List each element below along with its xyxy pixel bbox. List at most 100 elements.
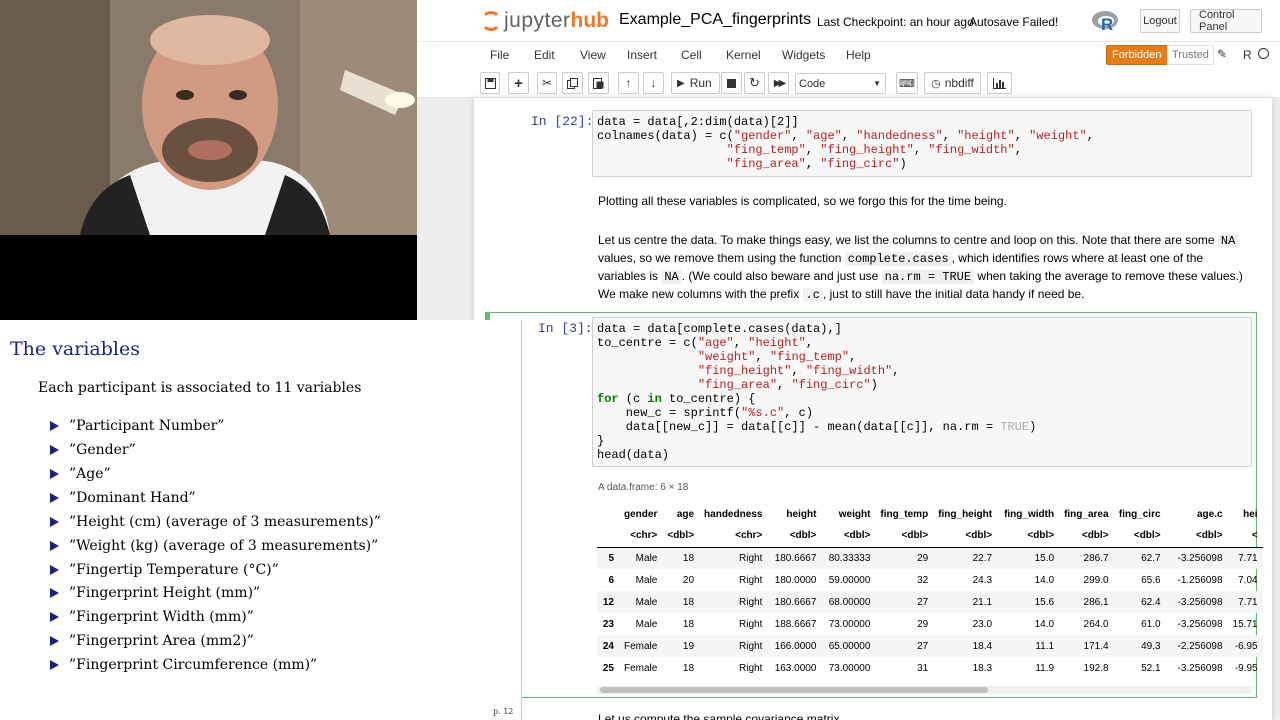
markdown-text: variables is: [598, 269, 662, 283]
bullet-text: ”Age”: [69, 466, 111, 482]
table-row: 5 Male 18 Right 180.6667 80.33333 29 22.7 15.0 28…: [597, 547, 1263, 569]
code-text: ,: [892, 364, 900, 378]
menu-kernel[interactable]: Kernel: [726, 48, 761, 62]
trusted-badge[interactable]: Trusted: [1167, 45, 1214, 65]
interrupt-button[interactable]: [721, 72, 742, 94]
slide-bullet: ”Fingertip Temperature (°C)”: [50, 562, 279, 578]
table-column-header: fing_height: [938, 508, 993, 520]
code-string: "fing_temp": [769, 350, 850, 364]
run-button[interactable]: ▶ Run: [671, 72, 720, 94]
table-cell: 171.4: [1083, 640, 1109, 652]
menu-view[interactable]: View: [580, 48, 606, 62]
table-cell: Male: [635, 596, 658, 608]
markdown-text: when taking the average to remove these …: [974, 269, 1243, 283]
notebook-name[interactable]: Example_PCA_fingerprints: [619, 11, 811, 29]
table-cell: 61.0: [1141, 618, 1161, 630]
table-cell: 11.1: [1035, 640, 1055, 652]
code-string: "fing_height": [820, 143, 914, 157]
menu-file[interactable]: File: [490, 48, 509, 62]
copy-button[interactable]: [562, 72, 583, 94]
code-line: data[[new_c]] = data[[c]] - mean(data[[c…: [597, 420, 1036, 434]
scrollbar-thumb[interactable]: [600, 687, 988, 693]
table-cell: 29: [917, 552, 929, 564]
code-line: "fing_area", "fing_circ"): [597, 378, 878, 392]
markdown-text: Let us compute the sample covariance mat…: [598, 712, 840, 720]
nbdiff-label: nbdiff: [944, 76, 974, 90]
logout-button[interactable]: Logout: [1140, 9, 1180, 33]
menu-widgets[interactable]: Widgets: [782, 48, 825, 62]
code-line: new_c = sprintf("%s.c", c): [597, 406, 813, 420]
markdown-cell: Let us centre the data. To make things e…: [598, 232, 1248, 304]
menu-edit[interactable]: Edit: [534, 48, 555, 62]
table-cell: 59.00000: [828, 574, 871, 586]
table-column-type: <dbl>: [1059, 525, 1114, 548]
table-cell: Right: [739, 640, 763, 652]
code-text: ,: [733, 336, 749, 350]
table-column-type: <dbl>: [933, 525, 998, 548]
table-cell: 286.1: [1083, 596, 1109, 608]
table-cell: 180.0000: [774, 574, 817, 586]
table-cell: 22.7: [972, 552, 993, 564]
keyboard-icon: ⌨: [899, 77, 915, 90]
table-cell: 192.8: [1083, 662, 1109, 674]
paste-button[interactable]: [588, 72, 609, 94]
table-column-header: fing_width: [1004, 508, 1055, 520]
code-cell-editor[interactable]: data = data[complete.cases(data),] to_ce…: [592, 317, 1252, 467]
code-string: "fing_width": [928, 143, 1015, 157]
input-prompt: In [22]:: [531, 114, 594, 129]
jupyter-logo-icon: [481, 11, 501, 31]
table-cell: 65.00000: [828, 640, 871, 652]
code-text: colnames(data) = c(: [597, 129, 734, 143]
table-cell: 27: [917, 640, 929, 652]
table-column-header: hei: [1243, 508, 1258, 520]
slide-bullet: ”Fingerprint Height (mm)”: [50, 585, 260, 601]
jupyterhub-logo[interactable]: jupyter hub: [481, 8, 609, 34]
move-up-button[interactable]: ↑: [618, 72, 639, 94]
menu-insert[interactable]: Insert: [627, 48, 657, 62]
code-text: ,: [791, 129, 806, 143]
bullet-text: ”Fingerprint Circumference (mm)”: [69, 657, 318, 673]
bullet-triangle-icon: [50, 660, 59, 670]
markdown-text: , just to still have the initial data ha…: [822, 287, 1085, 301]
table-cell: -2.256098: [1177, 640, 1223, 652]
restart-button[interactable]: ↻: [744, 72, 765, 94]
table-column-type: <dbl>: [662, 525, 700, 548]
logo-text-jupyter: jupyter: [504, 9, 571, 32]
pencil-icon[interactable]: ✎: [1217, 47, 1227, 61]
code-text: ,: [1014, 129, 1030, 143]
menu-help[interactable]: Help: [846, 48, 871, 62]
move-down-button[interactable]: ↓: [643, 72, 664, 94]
insert-cell-button[interactable]: +: [508, 72, 529, 94]
forbidden-badge[interactable]: Forbidden: [1106, 45, 1168, 65]
webcam-video: [0, 0, 417, 320]
code-cell-editor[interactable]: data = data[,2:dim(data)[2]] colnames(da…: [592, 110, 1252, 177]
table-cell: -1.256098: [1177, 574, 1223, 586]
table-cell: -9.95: [1234, 662, 1258, 674]
bullet-triangle-icon: [50, 421, 59, 431]
menu-cell[interactable]: Cell: [681, 48, 702, 62]
markdown-line: values, so we remove them using the func…: [598, 250, 1248, 268]
nbdiff-button[interactable]: ◷ nbdiff: [924, 72, 981, 94]
slide-bullet: ”Gender”: [50, 442, 136, 458]
code-string: "weight": [1029, 129, 1087, 143]
table-cell: 163.0000: [774, 662, 817, 674]
cut-button[interactable]: ✂: [537, 72, 557, 94]
table-row: 6 Male 20 Right 180.0000 59.00000 32 24.3 14.0 29…: [597, 569, 1263, 591]
table-column-type: <dbl>: [767, 525, 822, 548]
chart-button[interactable]: [987, 72, 1012, 94]
table-cell: 7.04: [1238, 574, 1258, 586]
table-column-type: <dbl>: [821, 525, 876, 548]
table-column-type: <dbl>: [1113, 525, 1166, 548]
restart-run-all-button[interactable]: ▶▶: [768, 72, 789, 94]
command-palette-button[interactable]: ⌨: [896, 72, 918, 94]
code-string: "height": [957, 129, 1015, 143]
cell-type-select[interactable]: Code ▼: [795, 73, 886, 94]
table-column-type: <: [1227, 525, 1263, 548]
bullet-triangle-icon: [50, 588, 59, 598]
save-button[interactable]: [480, 72, 500, 94]
control-panel-button[interactable]: Control Panel: [1190, 9, 1262, 33]
table-column-header: age: [676, 508, 695, 520]
